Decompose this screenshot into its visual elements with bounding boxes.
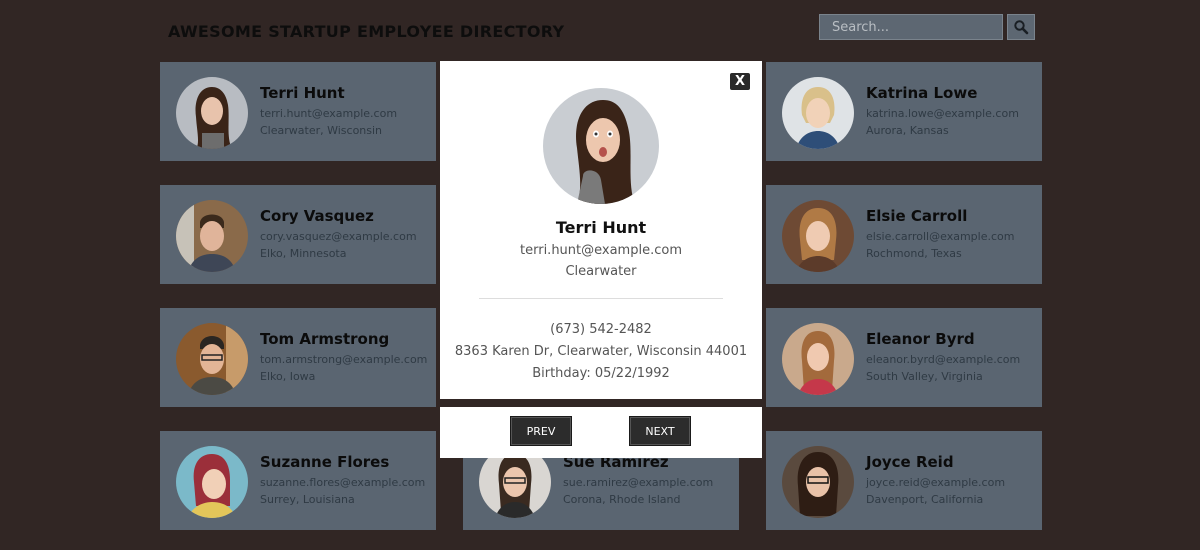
employee-email: cory.vasquez@example.com [260,230,417,243]
divider [479,298,723,299]
page-title: AWESOME STARTUP EMPLOYEE DIRECTORY [168,22,565,41]
modal-employee-city: Clearwater [565,264,637,279]
employee-card[interactable]: Suzanne Flores suzanne.flores@example.co… [160,431,436,530]
modal-employee-birthday: Birthday: 05/22/1992 [532,366,670,381]
employee-name: Katrina Lowe [866,84,978,102]
employee-card[interactable]: Tom Armstrong tom.armstrong@example.com … [160,308,436,407]
employee-email: sue.ramirez@example.com [563,476,714,489]
employee-location: South Valley, Virginia [866,370,983,383]
avatar [176,446,248,518]
modal-navigation: PREV NEXT [440,407,762,458]
employee-card[interactable]: Eleanor Byrd eleanor.byrd@example.com So… [766,308,1042,407]
search-button[interactable] [1007,14,1035,40]
avatar [176,200,248,272]
close-button[interactable]: X [730,73,750,90]
employee-email: terri.hunt@example.com [260,107,398,120]
employee-email: suzanne.flores@example.com [260,476,426,489]
employee-email: katrina.lowe@example.com [866,107,1019,120]
employee-location: Elko, Minnesota [260,247,347,260]
employee-name: Joyce Reid [866,453,954,471]
employee-name: Terri Hunt [260,84,345,102]
employee-location: Rochmond, Texas [866,247,962,260]
employee-location: Surrey, Louisiana [260,493,355,506]
employee-name: Eleanor Byrd [866,330,975,348]
avatar [782,200,854,272]
employee-card[interactable]: Cory Vasquez cory.vasquez@example.com El… [160,185,436,284]
employee-location: Davenport, California [866,493,984,506]
employee-location: Aurora, Kansas [866,124,949,137]
avatar [782,323,854,395]
employee-modal: X Terri Hunt terri.hunt@example.com Clea… [440,61,762,399]
employee-card[interactable]: Katrina Lowe katrina.lowe@example.com Au… [766,62,1042,161]
employee-email: elsie.carroll@example.com [866,230,1015,243]
next-button[interactable]: NEXT [629,416,691,446]
modal-employee-address: 8363 Karen Dr, Clearwater, Wisconsin 440… [454,344,748,359]
employee-email: tom.armstrong@example.com [260,353,428,366]
prev-button[interactable]: PREV [510,416,572,446]
employee-card[interactable]: Elsie Carroll elsie.carroll@example.com … [766,185,1042,284]
employee-location: Corona, Rhode Island [563,493,681,506]
modal-employee-email: terri.hunt@example.com [520,243,682,258]
employee-card[interactable]: Terri Hunt terri.hunt@example.com Clearw… [160,62,436,161]
employee-location: Clearwater, Wisconsin [260,124,383,137]
avatar [782,446,854,518]
avatar [176,77,248,149]
employee-email: joyce.reid@example.com [866,476,1006,489]
employee-email: eleanor.byrd@example.com [866,353,1021,366]
magnifier-icon [1014,20,1029,35]
header: AWESOME STARTUP EMPLOYEE DIRECTORY [0,0,1200,62]
modal-employee-phone: (673) 542-2482 [550,322,652,337]
employee-name: Suzanne Flores [260,453,390,471]
employee-name: Cory Vasquez [260,207,374,225]
employee-name: Tom Armstrong [260,330,390,348]
modal-employee-name: Terri Hunt [555,218,647,237]
search-input[interactable] [819,14,1003,40]
avatar [176,323,248,395]
modal-avatar [543,88,659,204]
employee-card[interactable]: Joyce Reid joyce.reid@example.com Davenp… [766,431,1042,530]
employee-location: Elko, Iowa [260,370,316,383]
employee-name: Elsie Carroll [866,207,968,225]
avatar [782,77,854,149]
